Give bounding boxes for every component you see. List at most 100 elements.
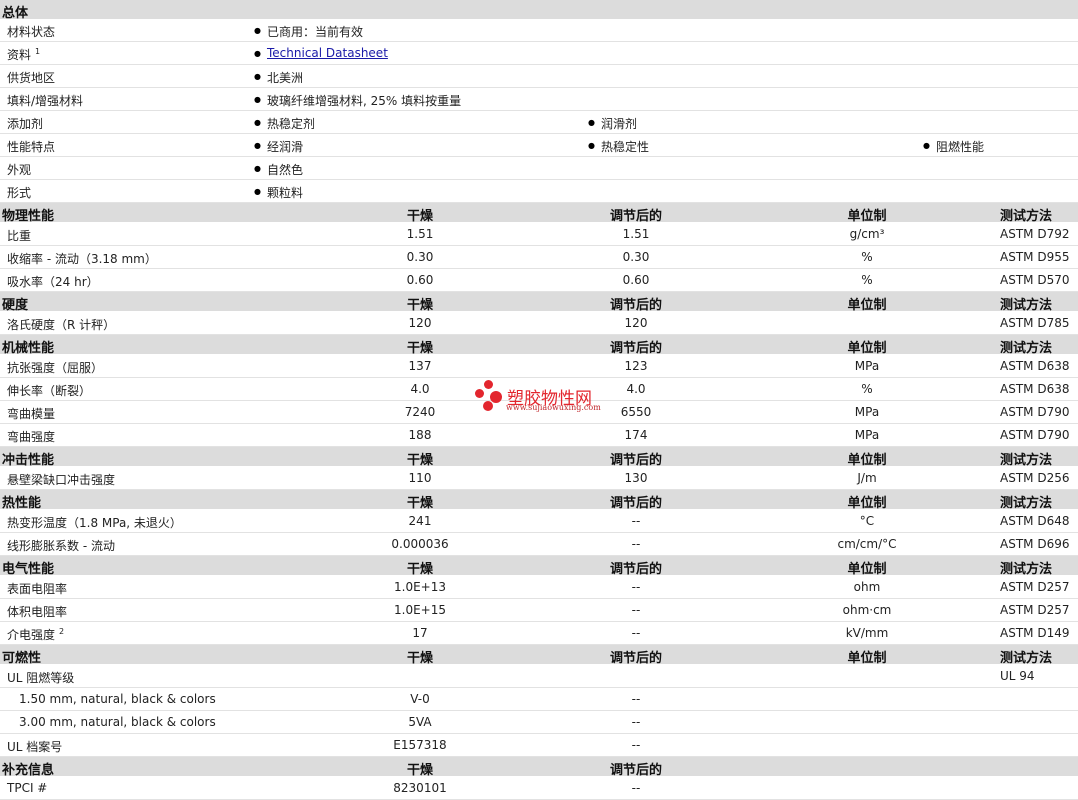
column-header-conditioned: 调节后的 [609, 341, 663, 356]
value-dry: 8230101 [393, 781, 447, 795]
value-test-method: ASTM D256 [1000, 471, 1070, 485]
column-header-unit: 单位制 [847, 209, 887, 224]
value-unit: kV/mm [845, 626, 889, 640]
property-label: 材料状态 [7, 25, 56, 39]
column-header-conditioned: 调节后的 [609, 651, 663, 666]
column-header-conditioned: 调节后的 [609, 562, 663, 577]
value-test-method: ASTM D785 [1000, 316, 1070, 330]
property-label: 介电强度 [7, 628, 56, 642]
datasheet-link[interactable]: Technical Datasheet [254, 46, 388, 60]
property-value: 热稳定性 [588, 138, 649, 155]
column-header-method: 测试方法 [1000, 298, 1053, 313]
value-test-method: ASTM D257 [1000, 603, 1070, 617]
column-header-method: 测试方法 [1000, 651, 1053, 666]
data-row: 表面电阻率 1.0E+13 -- ohm ASTM D257 [0, 576, 1078, 599]
column-header-method: 测试方法 [1000, 562, 1053, 577]
section-header: 冲击性能 干燥 调节后的 单位制 测试方法 [0, 447, 1078, 468]
datasheet-page: { "general": { "title": "总体", "rows": [ … [0, 0, 1078, 800]
value-dry: E157318 [393, 738, 447, 752]
value-dry: 0.60 [406, 273, 434, 287]
value-conditioned: -- [631, 580, 641, 594]
data-row: 洛氏硬度（R 计秤） 120 120 ASTM D785 [0, 312, 1078, 335]
value-unit: cm/cm/°C [837, 537, 897, 551]
property-value: 润滑剂 [588, 115, 637, 132]
data-row: UL 阻燃等级 UL 94 [0, 665, 1078, 688]
value-conditioned: 1.51 [622, 227, 650, 241]
column-header-unit: 单位制 [847, 341, 887, 356]
value-dry: 0.30 [406, 250, 434, 264]
column-header-unit: 单位制 [847, 562, 887, 577]
data-row: UL 档案号 E157318 -- [0, 734, 1078, 757]
column-header-method: 测试方法 [1000, 209, 1053, 224]
property-label: 填料/增强材料 [7, 94, 84, 108]
data-row: 介电强度 2 17 -- kV/mm ASTM D149 [0, 622, 1078, 645]
data-row: 吸水率（24 hr） 0.60 0.60% ASTM D570 [0, 269, 1078, 292]
footnote-marker: 1 [35, 47, 41, 56]
value-dry: 7240 [404, 405, 436, 419]
column-header-unit: 单位制 [847, 298, 887, 313]
section-title: 机械性能 [2, 341, 55, 356]
section-header: 电气性能 干燥 调节后的 单位制 测试方法 [0, 556, 1078, 577]
value-dry: 110 [408, 471, 432, 485]
value-test-method: ASTM D955 [1000, 250, 1070, 264]
value-dry: 1.0E+13 [394, 580, 446, 594]
property-label: 悬壁梁缺口冲击强度 [7, 473, 116, 487]
property-label: 收缩率 - 流动（3.18 mm） [7, 252, 157, 266]
column-header-method: 测试方法 [1000, 453, 1053, 468]
section-title: 电气性能 [2, 562, 55, 577]
section-header: 物理性能 干燥 调节后的 单位制 测试方法 [0, 203, 1078, 224]
property-row: 填料/增强材料 玻璃纤维增强材料, 25% 填料按重量 [0, 88, 1078, 111]
property-label: 洛氏硬度（R 计秤） [7, 318, 116, 332]
value-conditioned: 0.60 [622, 273, 650, 287]
value-conditioned: 130 [624, 471, 648, 485]
property-label: 3.00 mm, natural, black & colors [19, 715, 216, 729]
property-label: 抗张强度（屈服） [7, 361, 104, 375]
watermark-logo-icon [475, 380, 505, 412]
property-label: 形式 [7, 186, 32, 200]
column-header-dry: 干燥 [406, 453, 434, 468]
property-value: 热稳定剂 [254, 115, 315, 132]
column-header-dry: 干燥 [406, 298, 434, 313]
section-title: 可燃性 [2, 651, 42, 666]
value-unit: MPa [854, 428, 880, 442]
value-conditioned: -- [631, 626, 641, 640]
section-header: 机械性能 干燥 调节后的 单位制 测试方法 [0, 335, 1078, 356]
property-value: 阻燃性能 [923, 138, 984, 155]
value-unit: J/m [857, 471, 877, 485]
value-conditioned: -- [631, 738, 641, 752]
label-group: 介电强度 2 [7, 626, 64, 643]
property-label: 性能特点 [7, 140, 56, 154]
data-row: 3.00 mm, natural, black & colors 5VA -- [0, 711, 1078, 734]
value-unit: g/cm³ [849, 227, 885, 241]
property-label: 线形膨胀系数 - 流动 [7, 539, 115, 553]
value-conditioned: 6550 [620, 405, 652, 419]
value-unit: % [861, 273, 873, 287]
column-header-conditioned: 调节后的 [609, 453, 663, 468]
value-dry: 1.51 [406, 227, 434, 241]
value-dry: 17 [412, 626, 428, 640]
column-header-dry: 干燥 [406, 651, 434, 666]
footnote-marker: 2 [59, 627, 65, 636]
label-group: 资料 1 [7, 46, 40, 63]
value-dry: 120 [408, 316, 432, 330]
section-header: 可燃性 干燥 调节后的 单位制 测试方法 [0, 645, 1078, 666]
value-dry: V-0 [410, 692, 430, 706]
value-test-method: ASTM D638 [1000, 359, 1070, 373]
value-test-method: ASTM D696 [1000, 537, 1070, 551]
property-value: 经润滑 [254, 138, 303, 155]
property-value: 北美洲 [254, 69, 303, 86]
column-header-method: 测试方法 [1000, 341, 1053, 356]
section-header: 硬度 干燥 调节后的 单位制 测试方法 [0, 292, 1078, 313]
section-title: 冲击性能 [2, 453, 55, 468]
property-label: 弯曲模量 [7, 407, 56, 421]
value-test-method: ASTM D790 [1000, 405, 1070, 419]
value-test-method: ASTM D257 [1000, 580, 1070, 594]
value-unit: ohm·cm [842, 603, 892, 617]
section-title: 硬度 [2, 298, 29, 313]
column-header-unit: 单位制 [847, 651, 887, 666]
property-row: 添加剂 热稳定剂 润滑剂 [0, 111, 1078, 134]
property-label: 热变形温度（1.8 MPa, 未退火） [7, 516, 182, 530]
property-row: 供货地区 北美洲 [0, 65, 1078, 88]
column-header-dry: 干燥 [406, 209, 434, 224]
section-header: 总体 [0, 0, 1078, 21]
